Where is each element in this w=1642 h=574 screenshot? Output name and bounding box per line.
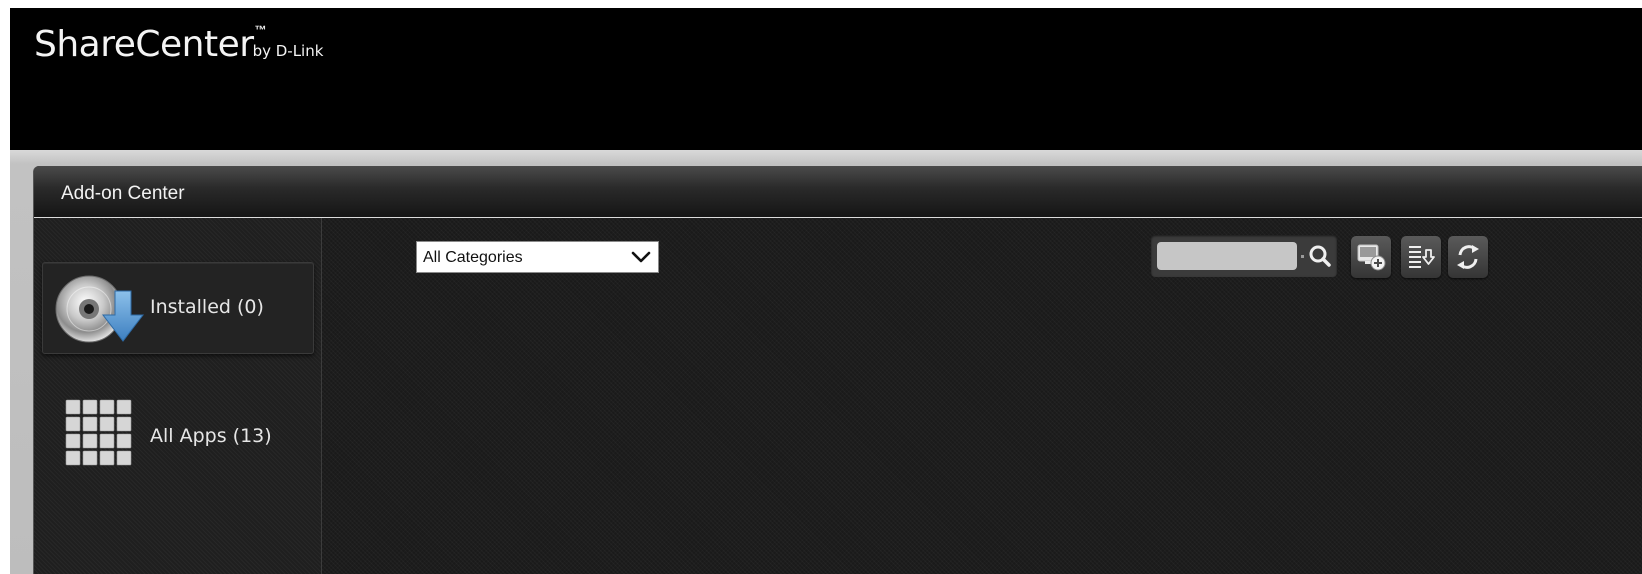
refresh-icon — [1457, 245, 1479, 269]
brand-name: ShareCenter — [34, 24, 254, 65]
add-app-button[interactable] — [1351, 236, 1391, 278]
download-list-button[interactable] — [1401, 236, 1441, 278]
brand-by-dlink: by D-Link — [252, 42, 324, 60]
add-on-center-window: Add-on Center Installed (0) All Apps (13… — [33, 166, 1642, 574]
apps-main-area: All Categories — [322, 218, 1642, 574]
download-list-icon — [1409, 246, 1435, 268]
brand-trademark: ™ — [254, 23, 267, 37]
search-icon[interactable] — [1306, 242, 1334, 270]
sidebar: Installed (0) All Apps (13) — [34, 218, 322, 574]
sharecenter-logo: ShareCenter™ by D-Link — [34, 23, 324, 65]
search-separator-dot — [1301, 255, 1304, 258]
sidebar-item-all-apps[interactable]: All Apps (13) — [42, 378, 314, 470]
add-app-icon — [1357, 244, 1386, 271]
refresh-button[interactable] — [1448, 236, 1488, 278]
top-header-bar: ShareCenter™ by D-Link — [10, 8, 1642, 150]
search-box — [1151, 235, 1337, 277]
search-input[interactable] — [1157, 242, 1297, 270]
category-dropdown[interactable]: All Categories — [416, 241, 659, 273]
installed-disc-icon — [55, 275, 145, 343]
sidebar-item-installed[interactable]: Installed (0) — [42, 262, 314, 354]
window-title-bar: Add-on Center — [34, 166, 1642, 218]
apps-grid-icon — [65, 399, 132, 466]
category-dropdown-value: All Categories — [423, 249, 523, 266]
app-frame: ShareCenter™ by D-Link Add-on Center Inst… — [10, 8, 1642, 574]
sidebar-item-all-apps-label: All Apps (13) — [150, 425, 272, 447]
sidebar-item-installed-label: Installed (0) — [150, 296, 264, 318]
chevron-down-icon — [631, 251, 651, 263]
window-title: Add-on Center — [61, 183, 185, 204]
